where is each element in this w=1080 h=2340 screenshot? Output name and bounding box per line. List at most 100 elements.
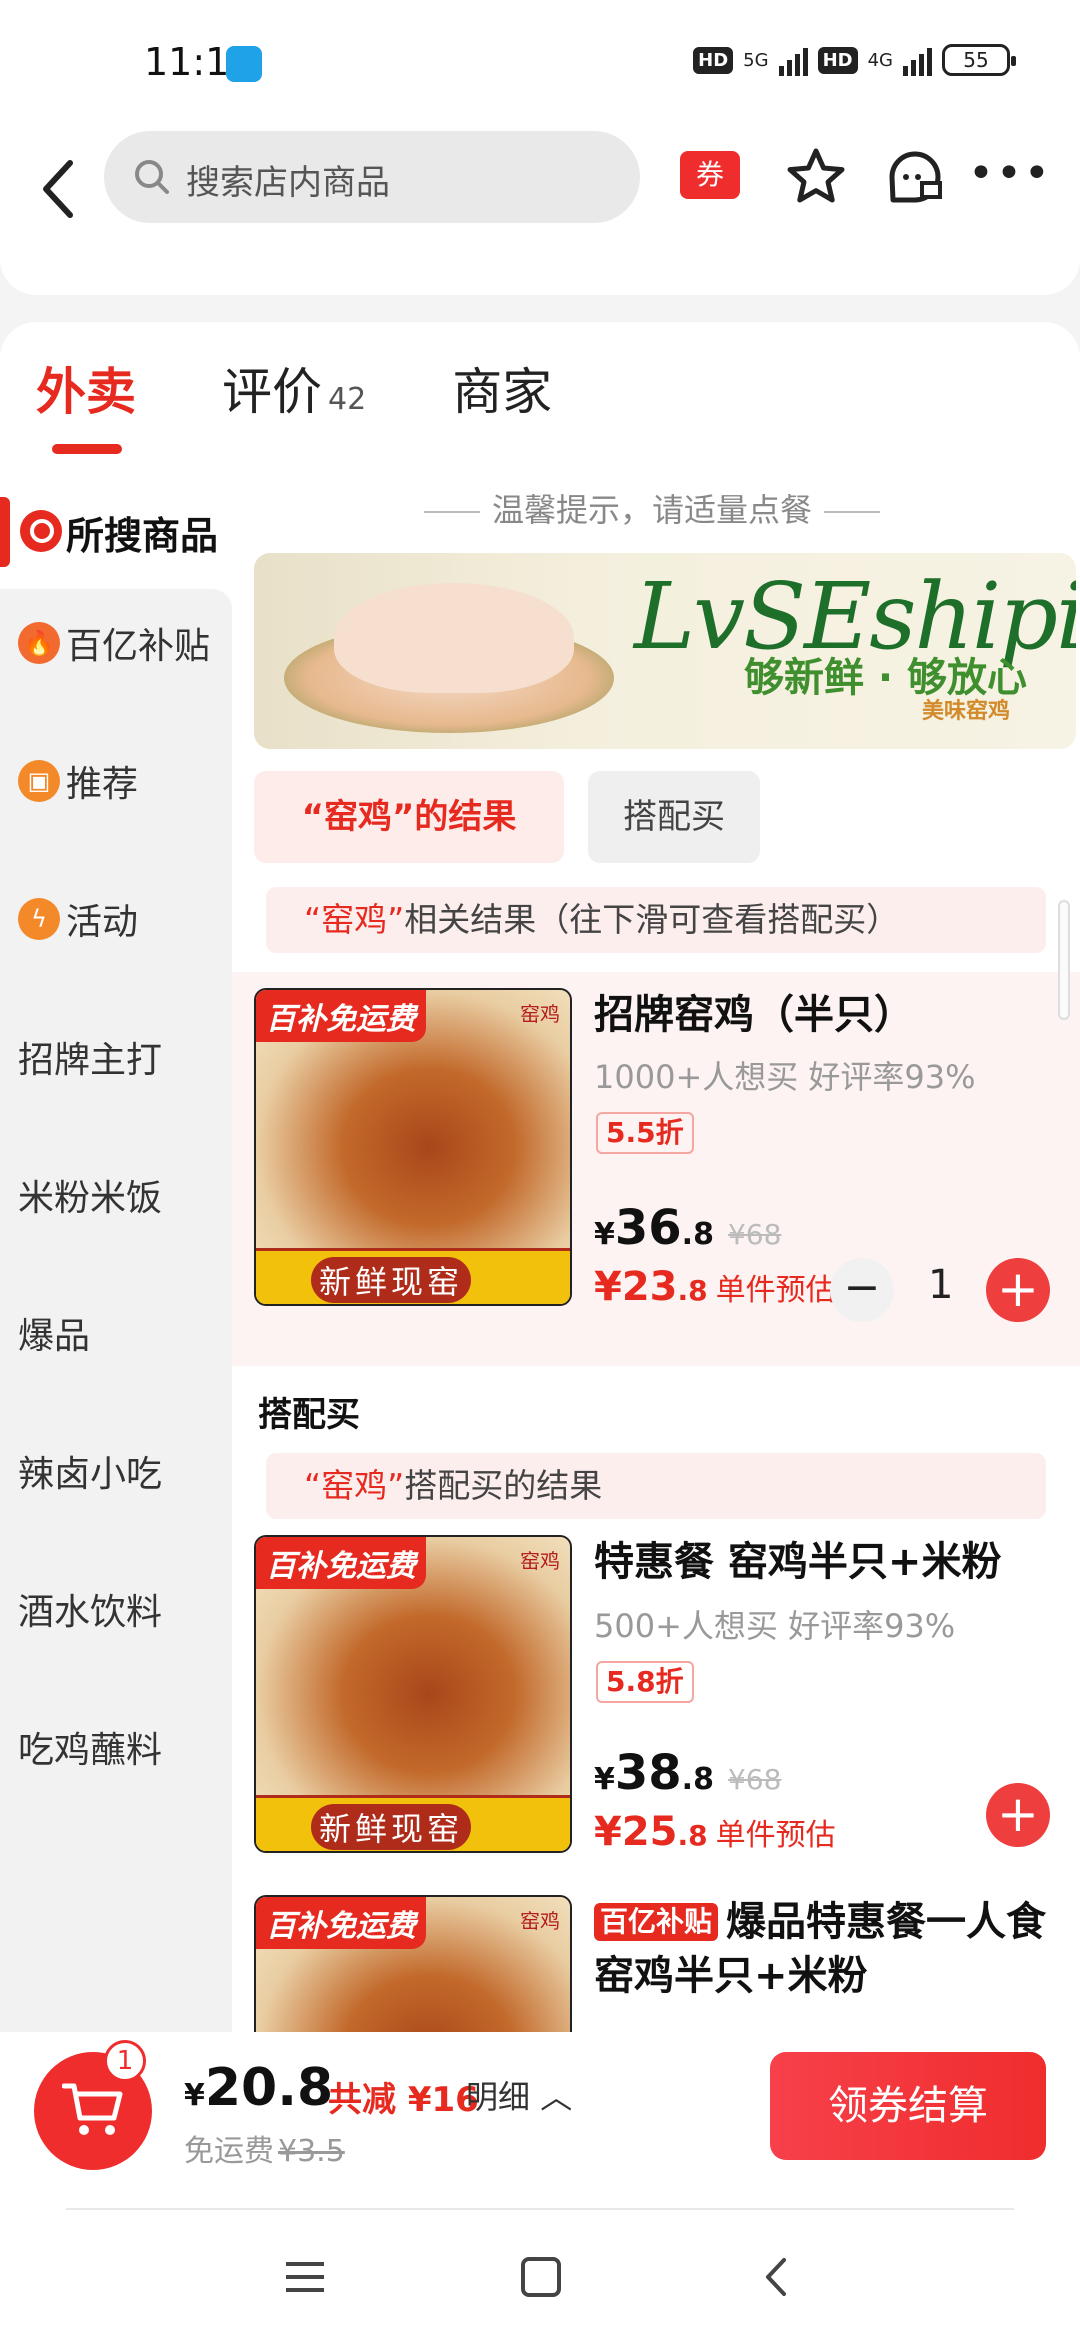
product-card[interactable]: 百补免运费 窑鸡 百亿补贴 爆品特惠餐一人食 窑鸡半只+米粉 <box>232 1895 1080 2032</box>
product-stats: 1000+人想买 好评率93% <box>594 1058 976 1096</box>
sidebar-item-recommend[interactable]: ▣ 推荐 <box>18 755 138 807</box>
cart-total: ¥20.8 <box>184 2058 333 2118</box>
est-decimal: .8 <box>677 1819 708 1852</box>
combo-hint: “窑鸡”搭配买的结果 <box>266 1453 1046 1519</box>
product-card[interactable]: 百补免运费 窑鸡 新鲜现窑 招牌窑鸡（半只） 1000+人想买 好评率93% 5… <box>232 972 1080 1366</box>
hint-text: 搭配买的结果 <box>404 1466 603 1505</box>
product-title: 招牌窑鸡（半只） <box>594 992 914 1038</box>
price-detail-button[interactable]: 明细 ︿ <box>466 2072 572 2118</box>
add-to-cart-button[interactable]: + <box>986 1258 1050 1322</box>
menu-nav-button[interactable] <box>280 2252 330 2302</box>
chevron-left-icon <box>43 160 73 218</box>
coupon-button[interactable]: 券 <box>680 151 740 199</box>
brand-stamp: 窑鸡 <box>520 1909 560 1933</box>
est-label: 单件预估 <box>715 1273 836 1308</box>
product-price: ¥38.8 ¥68 <box>594 1745 781 1801</box>
detail-label: 明细 <box>466 2078 531 2116</box>
currency-symbol: ¥ <box>594 1809 622 1855</box>
customer-service-button[interactable] <box>882 145 948 209</box>
image-ribbon: 新鲜现窑 <box>256 1248 570 1304</box>
price-decimal: .8 <box>681 1762 714 1797</box>
currency-symbol: ¥ <box>184 2078 205 2113</box>
free-shipping-label: 免运费 <box>184 2134 274 2169</box>
sidebar-item-label: 推荐 <box>66 764 139 805</box>
sidebar-item-label: 招牌主打 <box>18 1040 163 1081</box>
sidebar-item-activity[interactable]: ϟ 活动 <box>18 893 138 945</box>
sidebar-item-label: 酒水饮料 <box>18 1592 163 1633</box>
currency-symbol: ¥ <box>594 1217 615 1252</box>
sidebar-list: 🔥 百亿补贴 ▣ 推荐 ϟ 活动 招牌主打 米粉米饭 爆品 辣卤小吃 酒水饮料 … <box>0 589 232 2032</box>
discount-badge: 5.5折 <box>596 1112 694 1154</box>
product-image: 百补免运费 窑鸡 <box>254 1895 572 2032</box>
cart-count-badge: 1 <box>104 2040 146 2082</box>
product-title: 百亿补贴 爆品特惠餐一人食 窑鸡半只+米粉 <box>594 1895 1054 2003</box>
est-label: 单件预估 <box>715 1818 836 1853</box>
tab-reviews[interactable]: 评价 42 <box>222 352 366 424</box>
star-icon <box>787 148 845 203</box>
network-app-icon <box>226 46 262 82</box>
review-count: 42 <box>328 382 367 417</box>
lightning-icon: ϟ <box>18 898 60 940</box>
sidebar-item-sauces[interactable]: 吃鸡蘸料 <box>18 1721 162 1773</box>
more-button[interactable]: ••• <box>968 152 1050 199</box>
est-integer: 25 <box>621 1809 678 1855</box>
tab-takeout[interactable]: 外卖 <box>36 352 136 454</box>
free-shipping-tag: 百补免运费 <box>256 1537 426 1589</box>
sidebar-item-drinks[interactable]: 酒水饮料 <box>18 1583 162 1635</box>
estimated-price: ¥25.8 单件预估 <box>594 1809 836 1855</box>
category-sidebar: 所搜商品 🔥 百亿补贴 ▣ 推荐 ϟ 活动 招牌主打 米粉米饭 爆品 辣卤小吃 … <box>0 477 232 2032</box>
search-icon <box>135 160 169 194</box>
sidebar-item-search-results[interactable]: 所搜商品 <box>0 477 232 589</box>
tab-merchant[interactable]: 商家 <box>452 352 552 424</box>
decrease-quantity-button[interactable]: − <box>830 1258 894 1322</box>
chip-search-results[interactable]: “窑鸡”的结果 <box>254 771 564 863</box>
back-button[interactable] <box>30 143 90 227</box>
cart-bar: 1 ¥20.8 共减 ¥16 明细 ︿ 免运费 ¥3.5 领券结算 <box>0 2032 1080 2212</box>
hint-text: 相关结果（往下滑可查看搭配买） <box>404 900 900 939</box>
store-content: 外卖 评价 42 商家 所搜商品 🔥 百亿补贴 ▣ 推荐 ϟ 活动 招牌主打 米粉… <box>0 322 1080 2032</box>
back-nav-button[interactable] <box>752 2252 802 2302</box>
sidebar-item-rice-noodles[interactable]: 米粉米饭 <box>18 1169 162 1221</box>
ribbon-text: 新鲜现窑 <box>311 1804 472 1850</box>
cart-icon <box>62 2083 123 2135</box>
sidebar-item-label: 辣卤小吃 <box>18 1454 163 1495</box>
search-input[interactable]: 搜索店内商品 <box>104 131 640 223</box>
banner-subtitle: 美味窑鸡 <box>922 699 1011 724</box>
sidebar-item-signature[interactable]: 招牌主打 <box>18 1031 162 1083</box>
sidebar-item-snacks[interactable]: 辣卤小吃 <box>18 1445 162 1497</box>
subsidy-badge: 百亿补贴 <box>594 1903 719 1941</box>
signal-icon <box>778 44 808 76</box>
signal-icon <box>903 44 932 76</box>
favorite-button[interactable] <box>784 145 848 209</box>
hd-icon: HD <box>693 46 734 74</box>
scrollbar[interactable] <box>1058 900 1070 1020</box>
home-square-icon <box>521 2257 561 2297</box>
chevron-up-icon: ︿ <box>530 2078 573 2116</box>
checkout-button[interactable]: 领券结算 <box>770 2052 1046 2160</box>
currency-symbol: ¥ <box>594 1762 615 1797</box>
hd-icon: HD <box>817 46 858 74</box>
product-card[interactable]: 百补免运费 窑鸡 新鲜现窑 特惠餐 窑鸡半只+米粉 500+人想买 好评率93%… <box>232 1535 1080 1875</box>
home-nav-button[interactable] <box>516 2252 566 2302</box>
tab-label: 外卖 <box>36 363 136 421</box>
chip-combo[interactable]: 搭配买 <box>588 771 760 863</box>
sidebar-item-label: 所搜商品 <box>66 514 219 558</box>
ribbon-text: 新鲜现窑 <box>311 1257 472 1303</box>
bookmark-icon: ▣ <box>18 760 60 802</box>
sidebar-item-subsidy[interactable]: 🔥 百亿补贴 <box>18 617 210 669</box>
chat-icon <box>889 151 942 203</box>
sidebar-item-hot[interactable]: 爆品 <box>18 1307 90 1359</box>
product-list: 温馨提示，请适量点餐 LvSEshipin 够新鲜 · 够放心 美味窑鸡 “窑鸡… <box>232 477 1080 2032</box>
store-banner[interactable]: LvSEshipin 够新鲜 · 够放心 美味窑鸡 <box>254 553 1076 749</box>
combo-section-title: 搭配买 <box>258 1395 360 1435</box>
cart-savings: 共减 ¥16 <box>328 2080 479 2120</box>
back-triangle-icon <box>766 2258 786 2296</box>
free-shipping-tag: 百补免运费 <box>256 1897 426 1949</box>
original-price: ¥68 <box>727 1218 782 1251</box>
add-to-cart-button[interactable]: + <box>986 1783 1050 1847</box>
status-bar: 11:11 HD 5G HD 4G 55 <box>0 0 1080 125</box>
tab-label: 商家 <box>452 363 553 421</box>
flame-icon: 🔥 <box>18 622 60 664</box>
tab-label: 评价 <box>222 363 322 421</box>
shipping-original-fee: ¥3.5 <box>278 2134 345 2169</box>
